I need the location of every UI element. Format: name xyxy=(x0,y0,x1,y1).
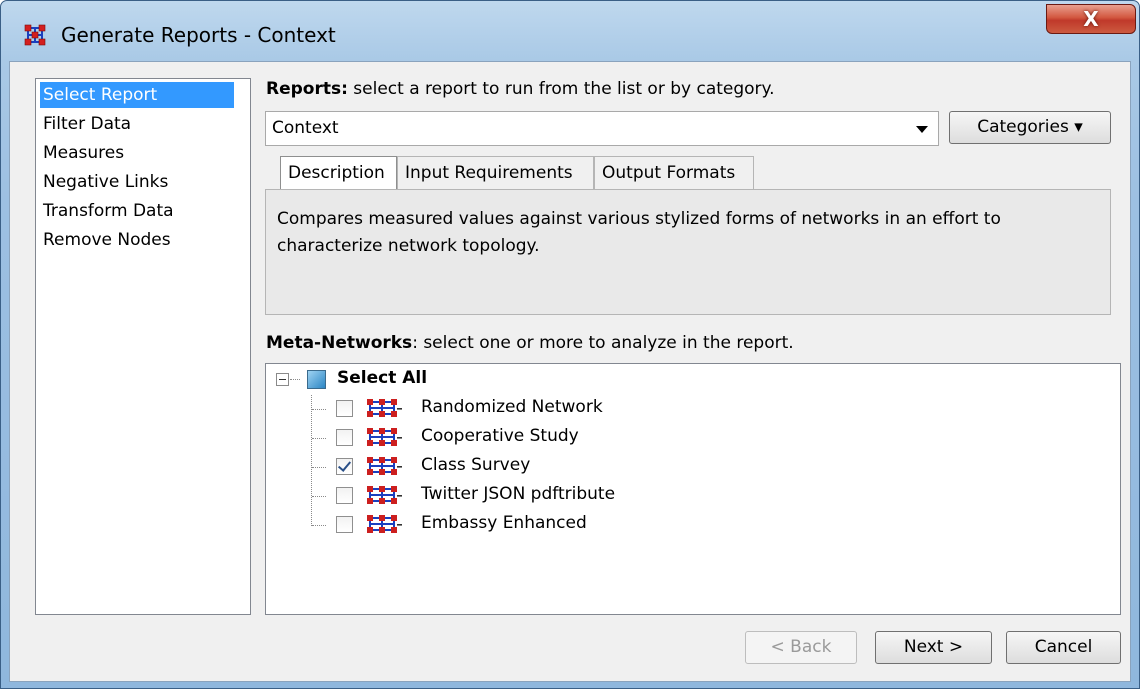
tree-connector xyxy=(312,467,326,468)
dropdown-arrow-icon[interactable] xyxy=(916,126,928,133)
step-item-transform-data[interactable]: Transform Data xyxy=(40,198,177,224)
cancel-button-label: Cancel xyxy=(1034,637,1093,657)
title-bar[interactable]: Generate Reports - Context X xyxy=(1,1,1139,59)
close-button[interactable]: X xyxy=(1046,4,1136,34)
meta-networks-heading: Meta-Networks: select one or more to ana… xyxy=(266,333,794,353)
back-button-label: < Back xyxy=(770,637,832,657)
meta-network-icon xyxy=(367,486,402,504)
meta-network-icon xyxy=(367,515,402,533)
network-checkbox-twitter-json[interactable] xyxy=(336,487,353,504)
network-checkbox-embassy-enhanced[interactable] xyxy=(336,516,353,533)
reports-heading: Reports: select a report to run from the… xyxy=(266,79,775,99)
meta-network-icon xyxy=(367,399,402,417)
tab-input-requirements[interactable]: Input Requirements xyxy=(397,156,594,189)
description-panel: Compares measured values against various… xyxy=(265,189,1111,315)
tree-connector xyxy=(312,496,326,497)
step-item-measures[interactable]: Measures xyxy=(40,140,127,166)
meta-network-icon xyxy=(367,457,402,475)
window-title: Generate Reports - Context xyxy=(61,23,336,47)
reports-heading-text: select a report to run from the list or … xyxy=(347,79,775,99)
next-button-label: Next > xyxy=(903,637,964,657)
meta-network-icon xyxy=(367,428,402,446)
step-item-negative-links[interactable]: Negative Links xyxy=(40,169,171,195)
step-item-remove-nodes[interactable]: Remove Nodes xyxy=(40,227,174,253)
meta-network-tree: Select All Randomized Network Cooperativ… xyxy=(265,363,1121,615)
tree-connector xyxy=(311,395,312,526)
description-text: Compares measured values against various… xyxy=(277,209,1001,256)
step-list: Select Report Filter Data Measures Negat… xyxy=(35,78,251,615)
network-label: Class Survey xyxy=(421,455,531,475)
select-all-checkbox[interactable] xyxy=(307,370,326,389)
tab-description[interactable]: Description xyxy=(280,156,397,191)
dialog-content: Select Report Filter Data Measures Negat… xyxy=(9,61,1131,682)
report-select[interactable]: Context xyxy=(265,111,939,146)
report-select-value: Context xyxy=(272,118,339,138)
network-app-icon xyxy=(24,24,46,46)
next-button[interactable]: Next > xyxy=(875,631,992,664)
network-label: Randomized Network xyxy=(421,397,603,417)
network-checkbox-cooperative-study[interactable] xyxy=(336,429,353,446)
back-button[interactable]: < Back xyxy=(745,631,857,664)
tree-connector xyxy=(312,438,326,439)
meta-networks-heading-text: : select one or more to analyze in the r… xyxy=(412,333,794,353)
step-item-select-report[interactable]: Select Report xyxy=(40,82,234,108)
network-checkbox-randomized-network[interactable] xyxy=(336,400,353,417)
reports-heading-bold: Reports: xyxy=(266,79,348,99)
tree-connector xyxy=(312,525,326,526)
categories-button[interactable]: Categories ▾ xyxy=(949,111,1111,144)
close-icon: X xyxy=(1083,7,1099,31)
select-all-label[interactable]: Select All xyxy=(337,368,427,388)
collapse-minus-icon[interactable] xyxy=(276,373,289,386)
step-item-filter-data[interactable]: Filter Data xyxy=(40,111,134,137)
network-label: Cooperative Study xyxy=(421,426,579,446)
tree-connector xyxy=(290,379,300,380)
generate-reports-window: Generate Reports - Context X Select Repo… xyxy=(0,0,1140,689)
network-label: Twitter JSON pdftribute xyxy=(421,484,616,504)
categories-button-label: Categories ▾ xyxy=(977,117,1083,137)
tab-output-formats[interactable]: Output Formats xyxy=(594,156,754,189)
meta-networks-heading-bold: Meta-Networks xyxy=(266,333,413,353)
cancel-button[interactable]: Cancel xyxy=(1006,631,1121,664)
tree-connector xyxy=(312,409,326,410)
network-label: Embassy Enhanced xyxy=(421,513,587,533)
network-checkbox-class-survey[interactable] xyxy=(336,458,353,475)
